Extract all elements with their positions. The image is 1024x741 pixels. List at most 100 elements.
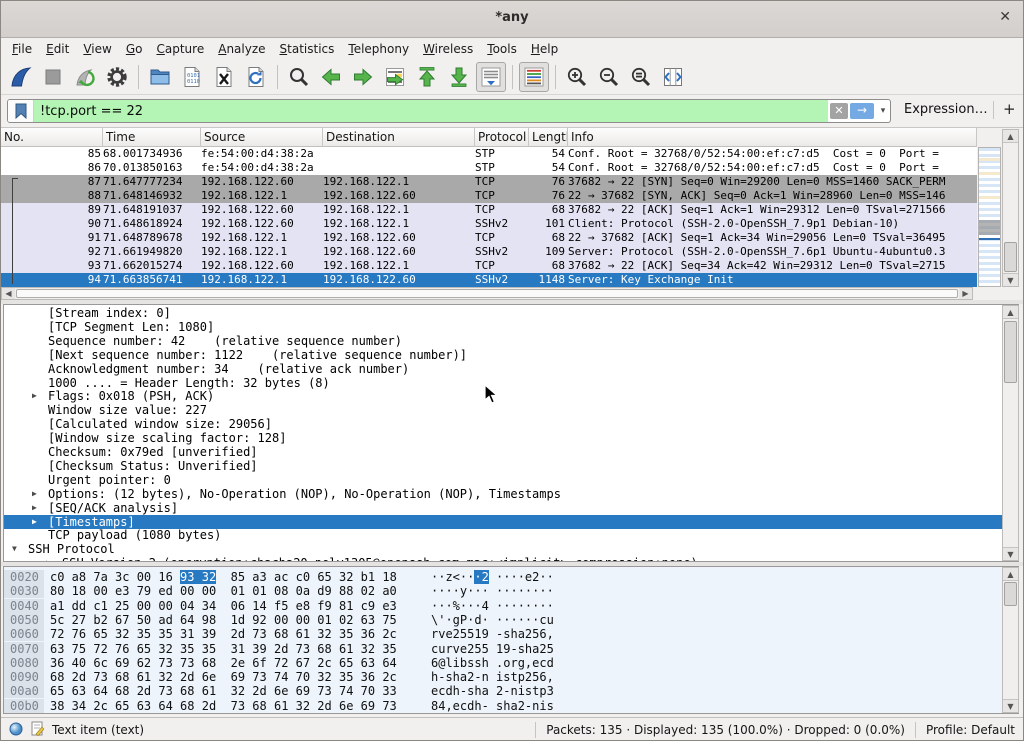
scrollbar-thumb[interactable] bbox=[1004, 321, 1017, 383]
detail-line[interactable]: [Checksum Status: Unverified] bbox=[4, 459, 1018, 473]
display-filter-input[interactable]: !tcp.port == 22 bbox=[34, 100, 828, 122]
menu-go[interactable]: Go bbox=[119, 40, 150, 58]
detail-line[interactable]: ▼SSH Protocol bbox=[4, 542, 1018, 556]
menu-capture[interactable]: Capture bbox=[149, 40, 211, 58]
expand-icon[interactable]: ▶ bbox=[32, 515, 37, 529]
colorize-icon[interactable] bbox=[519, 62, 549, 92]
scroll-down-icon[interactable]: ▼ bbox=[1003, 699, 1018, 712]
zoom-out-icon[interactable] bbox=[594, 62, 624, 92]
detail-line[interactable]: ▶[SEQ/ACK analysis] bbox=[4, 501, 1018, 515]
filter-apply-icon[interactable]: → bbox=[850, 103, 874, 119]
save-file-icon[interactable]: 01010110 bbox=[177, 62, 207, 92]
detail-line[interactable]: TCP payload (1080 bytes) bbox=[4, 528, 1018, 542]
detail-line[interactable]: [Stream index: 0] bbox=[4, 306, 1018, 320]
find-packet-icon[interactable] bbox=[284, 62, 314, 92]
detail-line[interactable]: ▶Options: (12 bytes), No-Operation (NOP)… bbox=[4, 487, 1018, 501]
hex-row[interactable]: 008036 40 6c 69 62 73 73 68 2e 6f 72 67 … bbox=[4, 656, 1018, 670]
menu-wireless[interactable]: Wireless bbox=[416, 40, 480, 58]
go-forward-icon[interactable] bbox=[348, 62, 378, 92]
packet-list-vscrollbar[interactable]: ▲ ▼ bbox=[1002, 129, 1019, 287]
capture-comment-icon[interactable] bbox=[31, 721, 44, 739]
menu-analyze[interactable]: Analyze bbox=[211, 40, 272, 58]
packet-row-89[interactable]: 8971.648191037192.168.122.60192.168.122.… bbox=[1, 203, 977, 217]
filter-add-button[interactable]: + bbox=[1003, 100, 1016, 118]
scroll-left-icon[interactable]: ◀ bbox=[2, 288, 15, 299]
packet-row-85[interactable]: 8568.001734936fe:54:00:d4:38:2aSTP54Conf… bbox=[1, 147, 977, 161]
bytes-vscrollbar[interactable]: ▲ ▼ bbox=[1002, 567, 1019, 713]
capture-stop-icon[interactable] bbox=[38, 62, 68, 92]
packet-row-87[interactable]: 8771.647777234192.168.122.60192.168.122.… bbox=[1, 175, 977, 189]
minimap-view-thumb[interactable] bbox=[979, 220, 1000, 235]
menu-file[interactable]: File bbox=[5, 40, 39, 58]
packet-row-86[interactable]: 8670.013850163fe:54:00:d4:38:2aSTP54Conf… bbox=[1, 161, 977, 175]
detail-line[interactable]: Checksum: 0x79ed [unverified] bbox=[4, 445, 1018, 459]
go-to-packet-icon[interactable] bbox=[380, 62, 410, 92]
scroll-right-icon[interactable]: ▶ bbox=[959, 288, 972, 299]
resize-columns-icon[interactable] bbox=[658, 62, 688, 92]
detail-line[interactable]: ▶[Timestamps] bbox=[4, 515, 1018, 529]
hex-row[interactable]: 007063 75 72 76 65 32 35 35 31 39 2d 73 … bbox=[4, 642, 1018, 656]
detail-line[interactable]: Sequence number: 42 (relative sequence n… bbox=[4, 334, 1018, 348]
expand-icon[interactable]: ▶ bbox=[32, 389, 37, 403]
scroll-down-icon[interactable]: ▼ bbox=[1003, 273, 1018, 286]
hex-row[interactable]: 00b038 34 2c 65 63 64 68 2d 73 68 61 32 … bbox=[4, 699, 1018, 713]
capture-restart-icon[interactable] bbox=[70, 62, 100, 92]
detail-line[interactable]: [Calculated window size: 29056] bbox=[4, 417, 1018, 431]
expand-icon[interactable]: ▶ bbox=[32, 487, 37, 501]
menu-view[interactable]: View bbox=[76, 40, 118, 58]
window-close-button[interactable]: ✕ bbox=[999, 9, 1011, 25]
scrollbar-thumb[interactable] bbox=[1004, 582, 1017, 606]
detail-line[interactable]: [Window size scaling factor: 128] bbox=[4, 431, 1018, 445]
column-header-no[interactable]: No. bbox=[1, 128, 103, 147]
zoom-in-icon[interactable] bbox=[562, 62, 592, 92]
scrollbar-thumb[interactable] bbox=[16, 289, 958, 298]
detail-line[interactable]: 1000 .... = Header Length: 32 bytes (8) bbox=[4, 376, 1018, 390]
auto-scroll-icon[interactable] bbox=[476, 62, 506, 92]
detail-line[interactable]: ▶Flags: 0x018 (PSH, ACK) bbox=[4, 389, 1018, 403]
hex-row[interactable]: 0020c0 a8 7a 3c 00 16 93 32 85 a3 ac c0 … bbox=[4, 570, 1018, 584]
filter-history-dropdown-icon[interactable]: ▾ bbox=[876, 106, 890, 116]
expression-button[interactable]: Expression… bbox=[904, 102, 988, 117]
detail-line[interactable]: Acknowledgment number: 34 (relative ack … bbox=[4, 362, 1018, 376]
hex-row[interactable]: 00505c 27 b2 67 50 ad 64 98 1d 92 00 00 … bbox=[4, 613, 1018, 627]
collapse-icon[interactable]: ▼ bbox=[12, 542, 17, 556]
packet-list-hscrollbar[interactable]: ◀ ▶ bbox=[1, 287, 973, 300]
expand-icon[interactable]: ▶ bbox=[32, 501, 37, 515]
scroll-down-icon[interactable]: ▼ bbox=[1003, 547, 1018, 560]
close-file-icon[interactable] bbox=[209, 62, 239, 92]
hex-row[interactable]: 003080 18 00 e3 79 ed 00 00 01 01 08 0a … bbox=[4, 584, 1018, 598]
scroll-up-icon[interactable]: ▲ bbox=[1003, 568, 1018, 581]
detail-line[interactable]: [TCP Segment Len: 1080] bbox=[4, 320, 1018, 334]
go-back-icon[interactable] bbox=[316, 62, 346, 92]
scroll-up-icon[interactable]: ▲ bbox=[1003, 130, 1018, 143]
title-bar[interactable]: *any ✕ bbox=[1, 1, 1023, 38]
expert-info-icon[interactable] bbox=[9, 722, 23, 739]
detail-line[interactable]: [Next sequence number: 1122 (relative se… bbox=[4, 348, 1018, 362]
packet-row-92[interactable]: 9271.661949820192.168.122.1192.168.122.6… bbox=[1, 245, 977, 259]
column-header-length[interactable]: Length bbox=[529, 128, 568, 147]
details-vscrollbar[interactable]: ▲ ▼ bbox=[1002, 305, 1019, 561]
hex-row[interactable]: 009068 2d 73 68 61 32 2d 6e 69 73 74 70 … bbox=[4, 670, 1018, 684]
go-first-icon[interactable] bbox=[412, 62, 442, 92]
zoom-reset-icon[interactable] bbox=[626, 62, 656, 92]
menu-tools[interactable]: Tools bbox=[480, 40, 524, 58]
packet-row-90[interactable]: 9071.648618924192.168.122.60192.168.122.… bbox=[1, 217, 977, 231]
filter-clear-icon[interactable]: ✕ bbox=[830, 103, 848, 119]
profile-status[interactable]: Profile: Default bbox=[926, 723, 1015, 737]
detail-line[interactable]: Window size value: 227 bbox=[4, 403, 1018, 417]
go-last-icon[interactable] bbox=[444, 62, 474, 92]
menu-statistics[interactable]: Statistics bbox=[273, 40, 342, 58]
column-header-source[interactable]: Source bbox=[201, 128, 323, 147]
packet-row-88[interactable]: 8871.648146932192.168.122.1192.168.122.6… bbox=[1, 189, 977, 203]
reload-file-icon[interactable] bbox=[241, 62, 271, 92]
packet-row-94[interactable]: 9471.663856741192.168.122.1192.168.122.6… bbox=[1, 273, 977, 287]
capture-options-icon[interactable] bbox=[102, 62, 132, 92]
column-header-time[interactable]: Time bbox=[103, 128, 201, 147]
menu-edit[interactable]: Edit bbox=[39, 40, 76, 58]
hex-row[interactable]: 00a065 63 64 68 2d 73 68 61 32 2d 6e 69 … bbox=[4, 684, 1018, 698]
scroll-up-icon[interactable]: ▲ bbox=[1003, 306, 1018, 319]
menu-telephony[interactable]: Telephony bbox=[341, 40, 416, 58]
open-file-icon[interactable] bbox=[145, 62, 175, 92]
hex-row[interactable]: 006072 76 65 32 35 35 31 39 2d 73 68 61 … bbox=[4, 627, 1018, 641]
scrollbar-thumb[interactable] bbox=[1004, 242, 1017, 272]
